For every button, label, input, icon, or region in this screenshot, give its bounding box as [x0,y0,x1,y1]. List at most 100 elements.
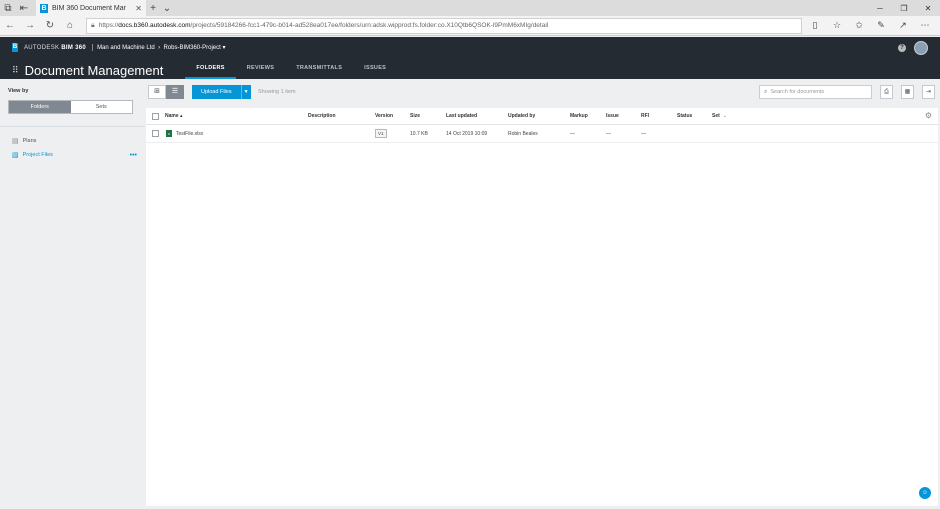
avatar[interactable] [914,41,928,55]
back-icon[interactable]: ← [0,20,20,31]
project-files-folder-icon: ▧ [12,152,19,159]
upload-files-button[interactable]: Upload Files ▼ [192,85,251,99]
tab-transmittals[interactable]: TRANSMITTALS [285,61,353,79]
header-right: ? [898,41,928,55]
col-last-updated[interactable]: Last updated [446,113,477,119]
view-by-toggle: Folders Sets [8,100,133,114]
main-panel: ⊞ ☰ Upload Files ▼ Showing 1 item ⌕ ⎙ ▦ … [145,79,940,509]
upload-files-label[interactable]: Upload Files [192,85,241,99]
module-title: Document Management [24,62,164,78]
browser-tab-bar: ⧉ ⇤ B BIM 360 Document Mar ✕ + ⌄ ─ ❐ ✕ [0,0,940,16]
app-header: B AUTODESK BIM 360 Man and Machine Ltd ›… [0,37,940,79]
search-icon: ⌕ [764,88,768,95]
browser-address-bar: ← → ↻ ⌂ 🔒︎ https://docs.b360.autodesk.co… [0,16,940,36]
column-settings-gear-icon[interactable]: ⚙ [925,111,932,120]
forward-icon[interactable]: → [20,20,40,31]
bim360-favicon-icon: B [40,3,48,13]
col-issue[interactable]: Issue [606,113,619,119]
window-close-icon[interactable]: ✕ [916,0,940,16]
brand-row: B AUTODESK BIM 360 Man and Machine Ltd ›… [12,43,225,52]
url-prefix: https:// [98,22,119,29]
view-by-folders[interactable]: Folders [9,101,71,113]
search-input[interactable] [770,89,866,95]
documents-table: Name ▴ Description Version Size Last upd… [146,108,938,506]
file-issue: — [606,131,611,137]
browser-actions: ▯ ☆ ✩ ✎ ↗ ⋯ [808,20,932,31]
folder-more-icon[interactable]: ••• [130,152,137,159]
col-set[interactable]: Set ⌄ [712,113,727,119]
open-panel-icon[interactable]: ⇥ [922,85,935,99]
tab-issues[interactable]: ISSUES [353,61,397,79]
chat-help-icon[interactable]: ☺ [919,487,931,499]
grid-view-icon[interactable]: ⊞ [148,85,166,99]
toolbar: ⊞ ☰ Upload Files ▼ Showing 1 item ⌕ ⎙ ▦ … [145,85,940,101]
brand-name: AUTODESK BIM 360 [24,44,87,51]
set-aside-tabs-icon[interactable]: ⇤ [16,0,32,16]
sidebar-item-project-files[interactable]: ▧ Project Files ••• [12,151,137,160]
sidebar: View by Folders Sets ▤ Plans ▧ Project F… [0,79,145,509]
col-version[interactable]: Version [375,113,393,119]
tab-actions-icon[interactable]: ⧉ [0,0,16,16]
url-path: /projects/59184266-fcc1-479c-b014-ad528e… [190,22,549,29]
table-row[interactable]: x TestFile.xlsx V1 10.7 KB 14 Oct 2019 1… [146,125,938,143]
version-badge[interactable]: V1 [375,129,387,138]
url-field[interactable]: 🔒︎ https://docs.b360.autodesk.com/projec… [86,17,802,34]
tab-list-chevron-icon[interactable]: ⌄ [160,3,174,14]
print-icon[interactable]: ▦ [901,85,914,99]
minimize-icon[interactable]: ─ [868,0,892,16]
col-updated-by[interactable]: Updated by [508,113,535,119]
set-filter-chevron-icon[interactable]: ⌄ [723,113,727,119]
module-row: ⠿ Document Management FOLDERS REVIEWS TR… [12,61,397,79]
file-markup: — [570,131,575,137]
view-mode-toggle: ⊞ ☰ [148,85,184,99]
pen-icon[interactable]: ✎ [874,20,888,31]
sidebar-item-plans[interactable]: ▤ Plans [12,137,137,145]
browser-tab[interactable]: B BIM 360 Document Mar ✕ [36,0,146,16]
share-icon[interactable]: ↗ [896,20,910,31]
restore-icon[interactable]: ❐ [892,0,916,16]
sidebar-item-label: Plans [22,138,37,144]
sidebar-divider [0,126,145,127]
module-grid-icon[interactable]: ⠿ [12,65,19,76]
browser-tab-title: BIM 360 Document Mar [52,4,126,12]
select-all-checkbox[interactable] [152,113,159,120]
col-status[interactable]: Status [677,113,692,119]
item-count: Showing 1 item [258,89,296,95]
excel-file-icon: x [166,130,172,137]
list-view-icon[interactable]: ☰ [166,85,184,99]
favorites-icon[interactable]: ✩ [852,20,866,31]
export-icon[interactable]: ⎙ [880,85,893,99]
col-description[interactable]: Description [308,113,336,119]
reading-view-icon[interactable]: ▯ [808,20,822,31]
sidebar-item-label: Project Files [22,152,53,158]
new-tab-icon[interactable]: + [146,3,160,14]
lock-icon: 🔒︎ [91,21,95,29]
window-controls: ─ ❐ ✕ [868,0,940,16]
col-name[interactable]: Name ▴ [165,113,183,119]
help-icon[interactable]: ? [898,44,906,52]
search-box[interactable]: ⌕ [759,85,872,99]
tab-reviews[interactable]: REVIEWS [236,61,285,79]
upload-dropdown-icon[interactable]: ▼ [240,85,251,99]
more-icon[interactable]: ⋯ [918,20,932,31]
module-tabs: FOLDERS REVIEWS TRANSMITTALS ISSUES [185,61,397,79]
refresh-icon[interactable]: ↻ [40,20,60,31]
row-checkbox[interactable] [152,130,159,137]
col-rfi[interactable]: RFI [641,113,649,119]
favorite-star-icon[interactable]: ☆ [830,20,844,31]
tab-folders[interactable]: FOLDERS [185,61,236,79]
table-header: Name ▴ Description Version Size Last upd… [146,108,938,125]
project-selector[interactable]: Man and Machine Ltd › Robs-BIM360-Projec… [92,44,225,51]
file-name[interactable]: TestFile.xlsx [176,131,203,137]
file-updated-by: Robin Beales [508,131,538,137]
view-by-label: View by [8,88,29,94]
file-rfi: — [641,131,646,137]
file-last-updated: 14 Oct 2019 10:09 [446,131,488,137]
col-size[interactable]: Size [410,113,420,119]
col-markup[interactable]: Markup [570,113,588,119]
home-icon[interactable]: ⌂ [60,20,80,31]
plans-folder-icon: ▤ [12,138,19,145]
url-host: docs.b360.autodesk.com [118,22,191,29]
close-tab-icon[interactable]: ✕ [135,4,142,13]
view-by-sets[interactable]: Sets [70,101,132,113]
